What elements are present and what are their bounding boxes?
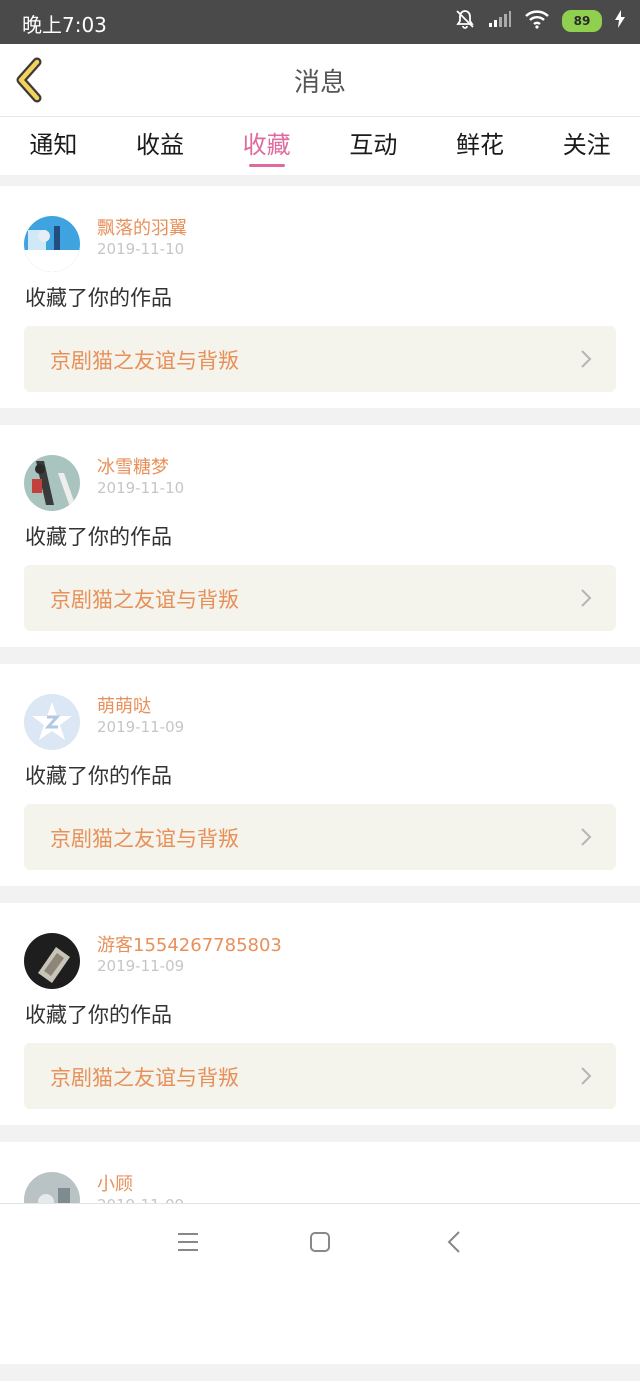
signal-icon <box>488 10 512 32</box>
username[interactable]: 游客1554267785803 <box>97 931 282 957</box>
work-link[interactable]: 京剧猫之友谊与背叛 <box>24 565 616 631</box>
message-card: 飘落的羽翼 2019-11-10 收藏了你的作品 京剧猫之友谊与背叛 <box>0 186 640 408</box>
charging-icon <box>614 9 626 33</box>
tab-interactions[interactable]: 互动 <box>320 117 427 175</box>
username[interactable]: 冰雪糖梦 <box>97 453 169 479</box>
menu-icon <box>178 1233 198 1251</box>
message-card: 冰雪糖梦 2019-11-10 收藏了你的作品 京剧猫之友谊与背叛 <box>0 425 640 647</box>
message-date: 2019-11-10 <box>97 240 185 258</box>
work-title: 京剧猫之友谊与背叛 <box>50 349 239 373</box>
username[interactable]: 萌萌哒 <box>97 692 151 718</box>
system-back-button[interactable] <box>440 1228 468 1256</box>
work-link[interactable]: 京剧猫之友谊与背叛 <box>24 804 616 870</box>
avatar[interactable] <box>24 694 80 750</box>
wifi-icon <box>524 9 550 33</box>
username[interactable]: 小顾 <box>97 1170 133 1196</box>
message-card: 游客1554267785803 2019-11-09 收藏了你的作品 京剧猫之友… <box>0 903 640 1125</box>
work-link[interactable]: 京剧猫之友谊与背叛 <box>24 326 616 392</box>
work-title: 京剧猫之友谊与背叛 <box>50 588 239 612</box>
action-text: 收藏了你的作品 <box>25 1003 172 1027</box>
tab-flowers[interactable]: 鲜花 <box>427 117 534 175</box>
tab-notifications[interactable]: 通知 <box>0 117 107 175</box>
tab-favorites[interactable]: 收藏 <box>213 117 320 175</box>
action-text: 收藏了你的作品 <box>25 286 172 310</box>
chevron-right-icon <box>581 828 592 846</box>
chevron-right-icon <box>581 350 592 368</box>
message-date: 2019-11-10 <box>97 479 185 497</box>
page-title: 消息 <box>293 68 346 98</box>
chevron-right-icon <box>581 1067 592 1085</box>
username[interactable]: 飘落的羽翼 <box>97 214 187 240</box>
message-card: 萌萌哒 2019-11-09 收藏了你的作品 京剧猫之友谊与背叛 <box>0 664 640 886</box>
mute-bell-icon <box>454 8 476 34</box>
message-date: 2019-11-09 <box>97 957 185 975</box>
avatar[interactable] <box>24 216 80 272</box>
tab-bar: 通知 收益 收藏 互动 鲜花 关注 <box>0 117 640 175</box>
status-bar: 晚上7:03 89 <box>0 0 640 44</box>
work-title: 京剧猫之友谊与背叛 <box>50 827 239 851</box>
status-icons: 89 <box>454 8 626 34</box>
chevron-right-icon <box>581 589 592 607</box>
avatar[interactable] <box>24 933 80 989</box>
action-text: 收藏了你的作品 <box>25 764 172 788</box>
status-time: 晚上7:03 <box>22 13 107 37</box>
avatar[interactable] <box>24 455 80 511</box>
back-chevron-icon <box>447 1231 460 1253</box>
header: 消息 <box>0 44 640 117</box>
action-text: 收藏了你的作品 <box>25 525 172 549</box>
tab-follows[interactable]: 关注 <box>533 117 640 175</box>
work-link[interactable]: 京剧猫之友谊与背叛 <box>24 1043 616 1109</box>
message-date: 2019-11-09 <box>97 718 185 736</box>
message-list: 飘落的羽翼 2019-11-10 收藏了你的作品 京剧猫之友谊与背叛 冰雪糖梦 … <box>0 186 640 1381</box>
tab-earnings[interactable]: 收益 <box>107 117 214 175</box>
battery-indicator: 89 <box>562 10 602 32</box>
home-button[interactable] <box>306 1228 334 1256</box>
menu-button[interactable] <box>174 1228 202 1256</box>
system-nav-bar <box>0 1203 640 1281</box>
work-title: 京剧猫之友谊与背叛 <box>50 1066 239 1090</box>
home-square-icon <box>310 1232 330 1252</box>
